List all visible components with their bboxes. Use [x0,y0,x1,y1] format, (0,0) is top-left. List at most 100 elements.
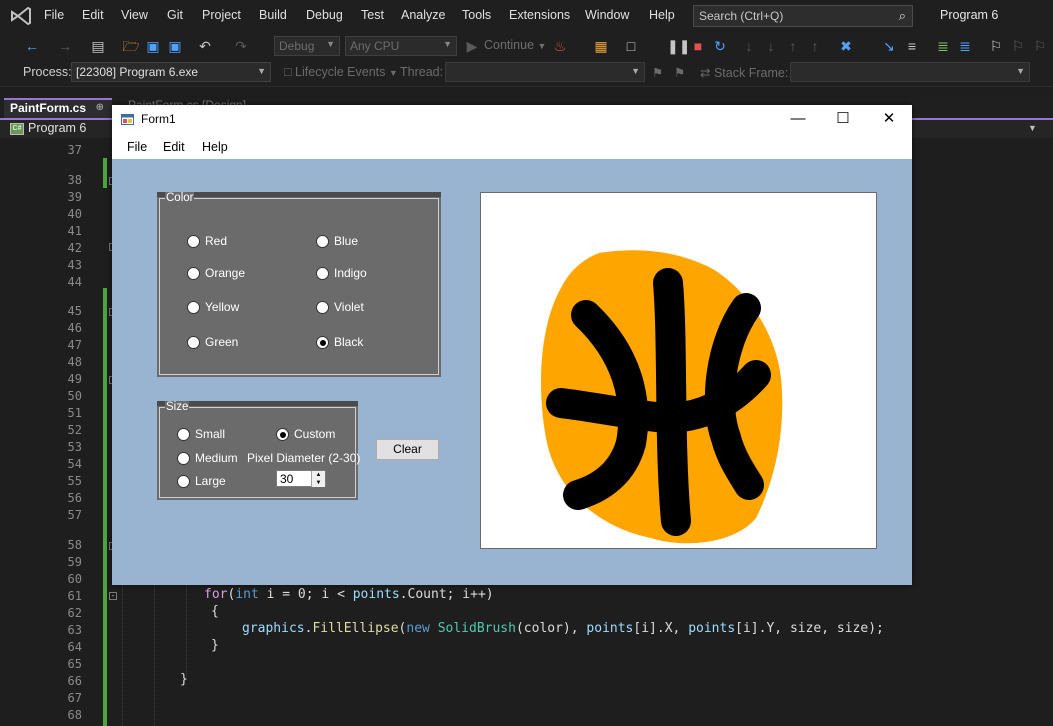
code-token: FillEllipse [312,621,399,636]
pause-icon[interactable]: ❚❚ [667,37,690,55]
menu-git[interactable]: Git [167,8,183,22]
step-over-icon[interactable]: ↓ [762,37,780,55]
process-combo[interactable]: [22308] Program 6.exe ▼ [71,62,271,82]
browser-link-icon[interactable]: ▦ [592,37,610,55]
step-out-icon[interactable]: ↑ [784,37,802,55]
lifecycle-label: Lifecycle Events [295,65,386,79]
line-number: 46 [67,321,82,335]
form-title-bar[interactable]: Form1 — ☐ ✕ [112,105,912,135]
navigate-forward-icon[interactable]: → [56,37,74,55]
menu-view[interactable]: View [121,8,148,22]
prev-bookmark-icon[interactable]: ⚐ [1009,37,1027,55]
stack-icon: ⇄ [700,66,711,80]
keyword-new: new [406,621,430,636]
line-number: 40 [67,207,82,221]
platform-combo[interactable]: Any CPU ▼ [345,36,457,56]
line-number: 52 [67,423,82,437]
radio-label: Violet [334,300,364,314]
thread-label: Thread: [400,65,444,79]
continue-button[interactable]: Continue ▼ [466,38,546,52]
save-all-icon[interactable]: ▣ [166,37,184,55]
chevron-down-icon: ▼ [257,66,266,76]
menu-analyze[interactable]: Analyze [401,8,445,22]
menu-window[interactable]: Window [585,8,629,22]
radio-label: Orange [205,266,246,280]
search-input[interactable]: Search (Ctrl+Q) ⌕ [693,5,913,27]
step-back-icon[interactable]: ↑ [806,37,824,55]
flag-icon[interactable]: ⚑ [652,65,663,80]
minimize-icon[interactable]: — [775,105,821,135]
stop-icon[interactable]: ■ [689,37,707,55]
threads-flag-icon[interactable]: ⚑ [674,65,685,80]
undo-icon[interactable]: ↶ [196,37,214,55]
navigate-back-icon[interactable]: ← [23,37,41,55]
pixel-diameter-value: 30 [280,472,294,486]
color-group: Color Red Orange Yellow Green Blue Indig… [157,192,441,377]
maximize-icon[interactable]: ☐ [820,105,866,135]
menu-file[interactable]: File [44,8,64,22]
radio-circle [177,428,190,441]
code-token: points [688,621,736,636]
line-number: 57 [67,508,82,522]
layout-icon[interactable]: □ [622,37,640,55]
uncomment-icon[interactable]: ≣ [956,37,974,55]
menu-test[interactable]: Test [361,8,384,22]
form-menu-file[interactable]: File [127,140,147,154]
menu-help[interactable]: Help [649,8,675,22]
chevron-down-icon: ▼ [1016,66,1025,76]
save-icon[interactable]: ▣ [144,37,162,55]
black-stroke-vertical [653,268,691,536]
next-bookmark-icon[interactable]: ⚐ [1031,37,1049,55]
stack-frame-button[interactable]: ⇄ Stack Frame: [700,65,788,80]
tab-paintform-cs[interactable]: PaintForm.cs ⊕ [4,98,112,118]
form-menu-edit[interactable]: Edit [163,140,185,154]
stack-frame-combo[interactable]: ▼ [790,62,1030,82]
drawing-canvas[interactable] [480,192,877,549]
show-threads-icon[interactable]: ≡ [903,37,921,55]
menu-project[interactable]: Project [202,8,241,22]
menu-extensions[interactable]: Extensions [509,8,570,22]
hot-reload-icon[interactable]: ♨ [551,37,569,55]
pixel-diameter-stepper[interactable]: 30 ▲ ▼ [276,470,326,487]
thread-icon[interactable]: ↘ [880,37,898,55]
diagnostics-icon[interactable]: ✖ [837,37,855,55]
menu-build[interactable]: Build [259,8,287,22]
step-into-icon[interactable]: ↓ [740,37,758,55]
restart-icon[interactable]: ↻ [711,37,729,55]
collapse-icon[interactable]: - [109,592,117,600]
redo-icon[interactable]: ↷ [232,37,250,55]
radio-circle [316,301,329,314]
continue-label: Continue [484,38,535,52]
code-token: [i].Y, size, size); [735,621,884,636]
close-icon[interactable]: ✕ [866,105,912,135]
bookmark-icon[interactable]: ⚐ [987,37,1005,55]
code-token: [i].X, [633,621,689,636]
menu-debug[interactable]: Debug [306,8,343,22]
pin-icon[interactable]: ⊕ [96,102,104,113]
line-number: 61 [67,589,82,603]
line-number: 62 [67,606,82,620]
lifecycle-events-button[interactable]: □ Lifecycle Events ▼ [284,65,398,79]
menu-edit[interactable]: Edit [82,8,104,22]
project-dropdown[interactable]: C# Program 6 [10,121,86,135]
keyword-for: for [204,587,228,602]
keyword-int: int [235,587,259,602]
comment-icon[interactable]: ≣ [934,37,952,55]
radio-label: Red [205,234,228,248]
chevron-down-icon[interactable]: ▼ [1028,123,1037,133]
line-number: 64 [67,640,82,654]
code-token: graphics [242,621,305,636]
line-number: 66 [67,674,82,688]
process-value: [22308] Program 6.exe [76,65,199,79]
vs-menubar: File Edit View Git Project Build Debug T… [0,0,1053,32]
radio-circle [276,428,289,441]
new-project-icon[interactable]: ▤ [89,37,107,55]
form-menu-help[interactable]: Help [202,140,228,154]
line-number: 63 [67,623,82,637]
open-folder-icon[interactable]: 🗁 [122,37,140,55]
menu-tools[interactable]: Tools [462,8,491,22]
spin-down-icon[interactable]: ▼ [311,479,325,487]
clear-button[interactable]: Clear [376,439,439,460]
configuration-combo[interactable]: Debug ▼ [274,36,340,56]
thread-combo[interactable]: ▼ [445,62,645,82]
